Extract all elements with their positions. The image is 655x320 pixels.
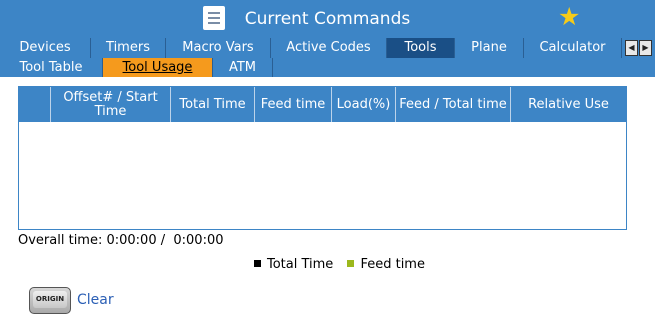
chart-legend: Total Time Feed time — [254, 256, 435, 274]
clear-action-label[interactable]: Clear — [77, 292, 114, 308]
tab-active-codes[interactable]: Active Codes — [271, 38, 387, 58]
overall-time: Overall time: 0:00:00 / 0:00:00 — [18, 233, 224, 248]
tab-devices[interactable]: Devices — [0, 38, 91, 58]
column-header-blank — [19, 87, 51, 122]
tab-macro-vars[interactable]: Macro Vars — [166, 38, 271, 58]
window-title: Current Commands — [244, 9, 411, 29]
tab-atm[interactable]: ATM — [213, 58, 273, 77]
legend-item-feed-time: Feed time — [347, 256, 425, 274]
main-tab-bar: Devices Timers Macro Vars Active Codes T… — [0, 38, 655, 58]
column-header-load: Load(%) — [332, 87, 396, 122]
overall-time-label: Overall time: — [18, 233, 103, 248]
tab-timers[interactable]: Timers — [91, 38, 166, 58]
legend-label-total-time: Total Time — [267, 257, 334, 272]
legend-swatch-total-time — [254, 260, 261, 267]
overall-time-value: 0:00:00 / 0:00:00 — [106, 233, 224, 248]
scroll-right-icon[interactable]: ▶ — [639, 40, 652, 56]
title-bar: Current Commands ★ — [0, 0, 655, 38]
tool-usage-table: Offset# / Start Time Total Time Feed tim… — [18, 86, 627, 230]
origin-key-label: ORIGIN — [33, 291, 67, 308]
tab-plane[interactable]: Plane — [455, 38, 524, 58]
scroll-left-icon[interactable]: ◀ — [625, 40, 638, 56]
legend-item-total-time: Total Time — [254, 256, 333, 274]
tab-calculator[interactable]: Calculator — [524, 38, 622, 58]
tab-tool-table[interactable]: Tool Table — [0, 58, 103, 77]
origin-key-button[interactable]: ORIGIN — [29, 287, 71, 314]
column-header-feed-time: Feed time — [255, 87, 332, 122]
tab-scroll-arrows: ◀ ▶ — [622, 40, 655, 56]
star-icon[interactable]: ★ — [558, 2, 580, 32]
tab-tool-usage[interactable]: Tool Usage — [103, 58, 213, 77]
table-header: Offset# / Start Time Total Time Feed tim… — [19, 87, 626, 122]
column-header-feed-total-time: Feed / Total time — [396, 87, 511, 122]
column-header-offset-start-time: Offset# / Start Time — [51, 87, 171, 122]
tab-tools[interactable]: Tools — [387, 38, 455, 58]
legend-label-feed-time: Feed time — [360, 257, 425, 272]
sub-tab-bar: Tool Table Tool Usage ATM — [0, 58, 655, 77]
table-body — [19, 122, 626, 229]
column-header-total-time: Total Time — [171, 87, 255, 122]
column-header-relative-use: Relative Use — [528, 96, 609, 112]
legend-swatch-feed-time — [347, 260, 355, 267]
